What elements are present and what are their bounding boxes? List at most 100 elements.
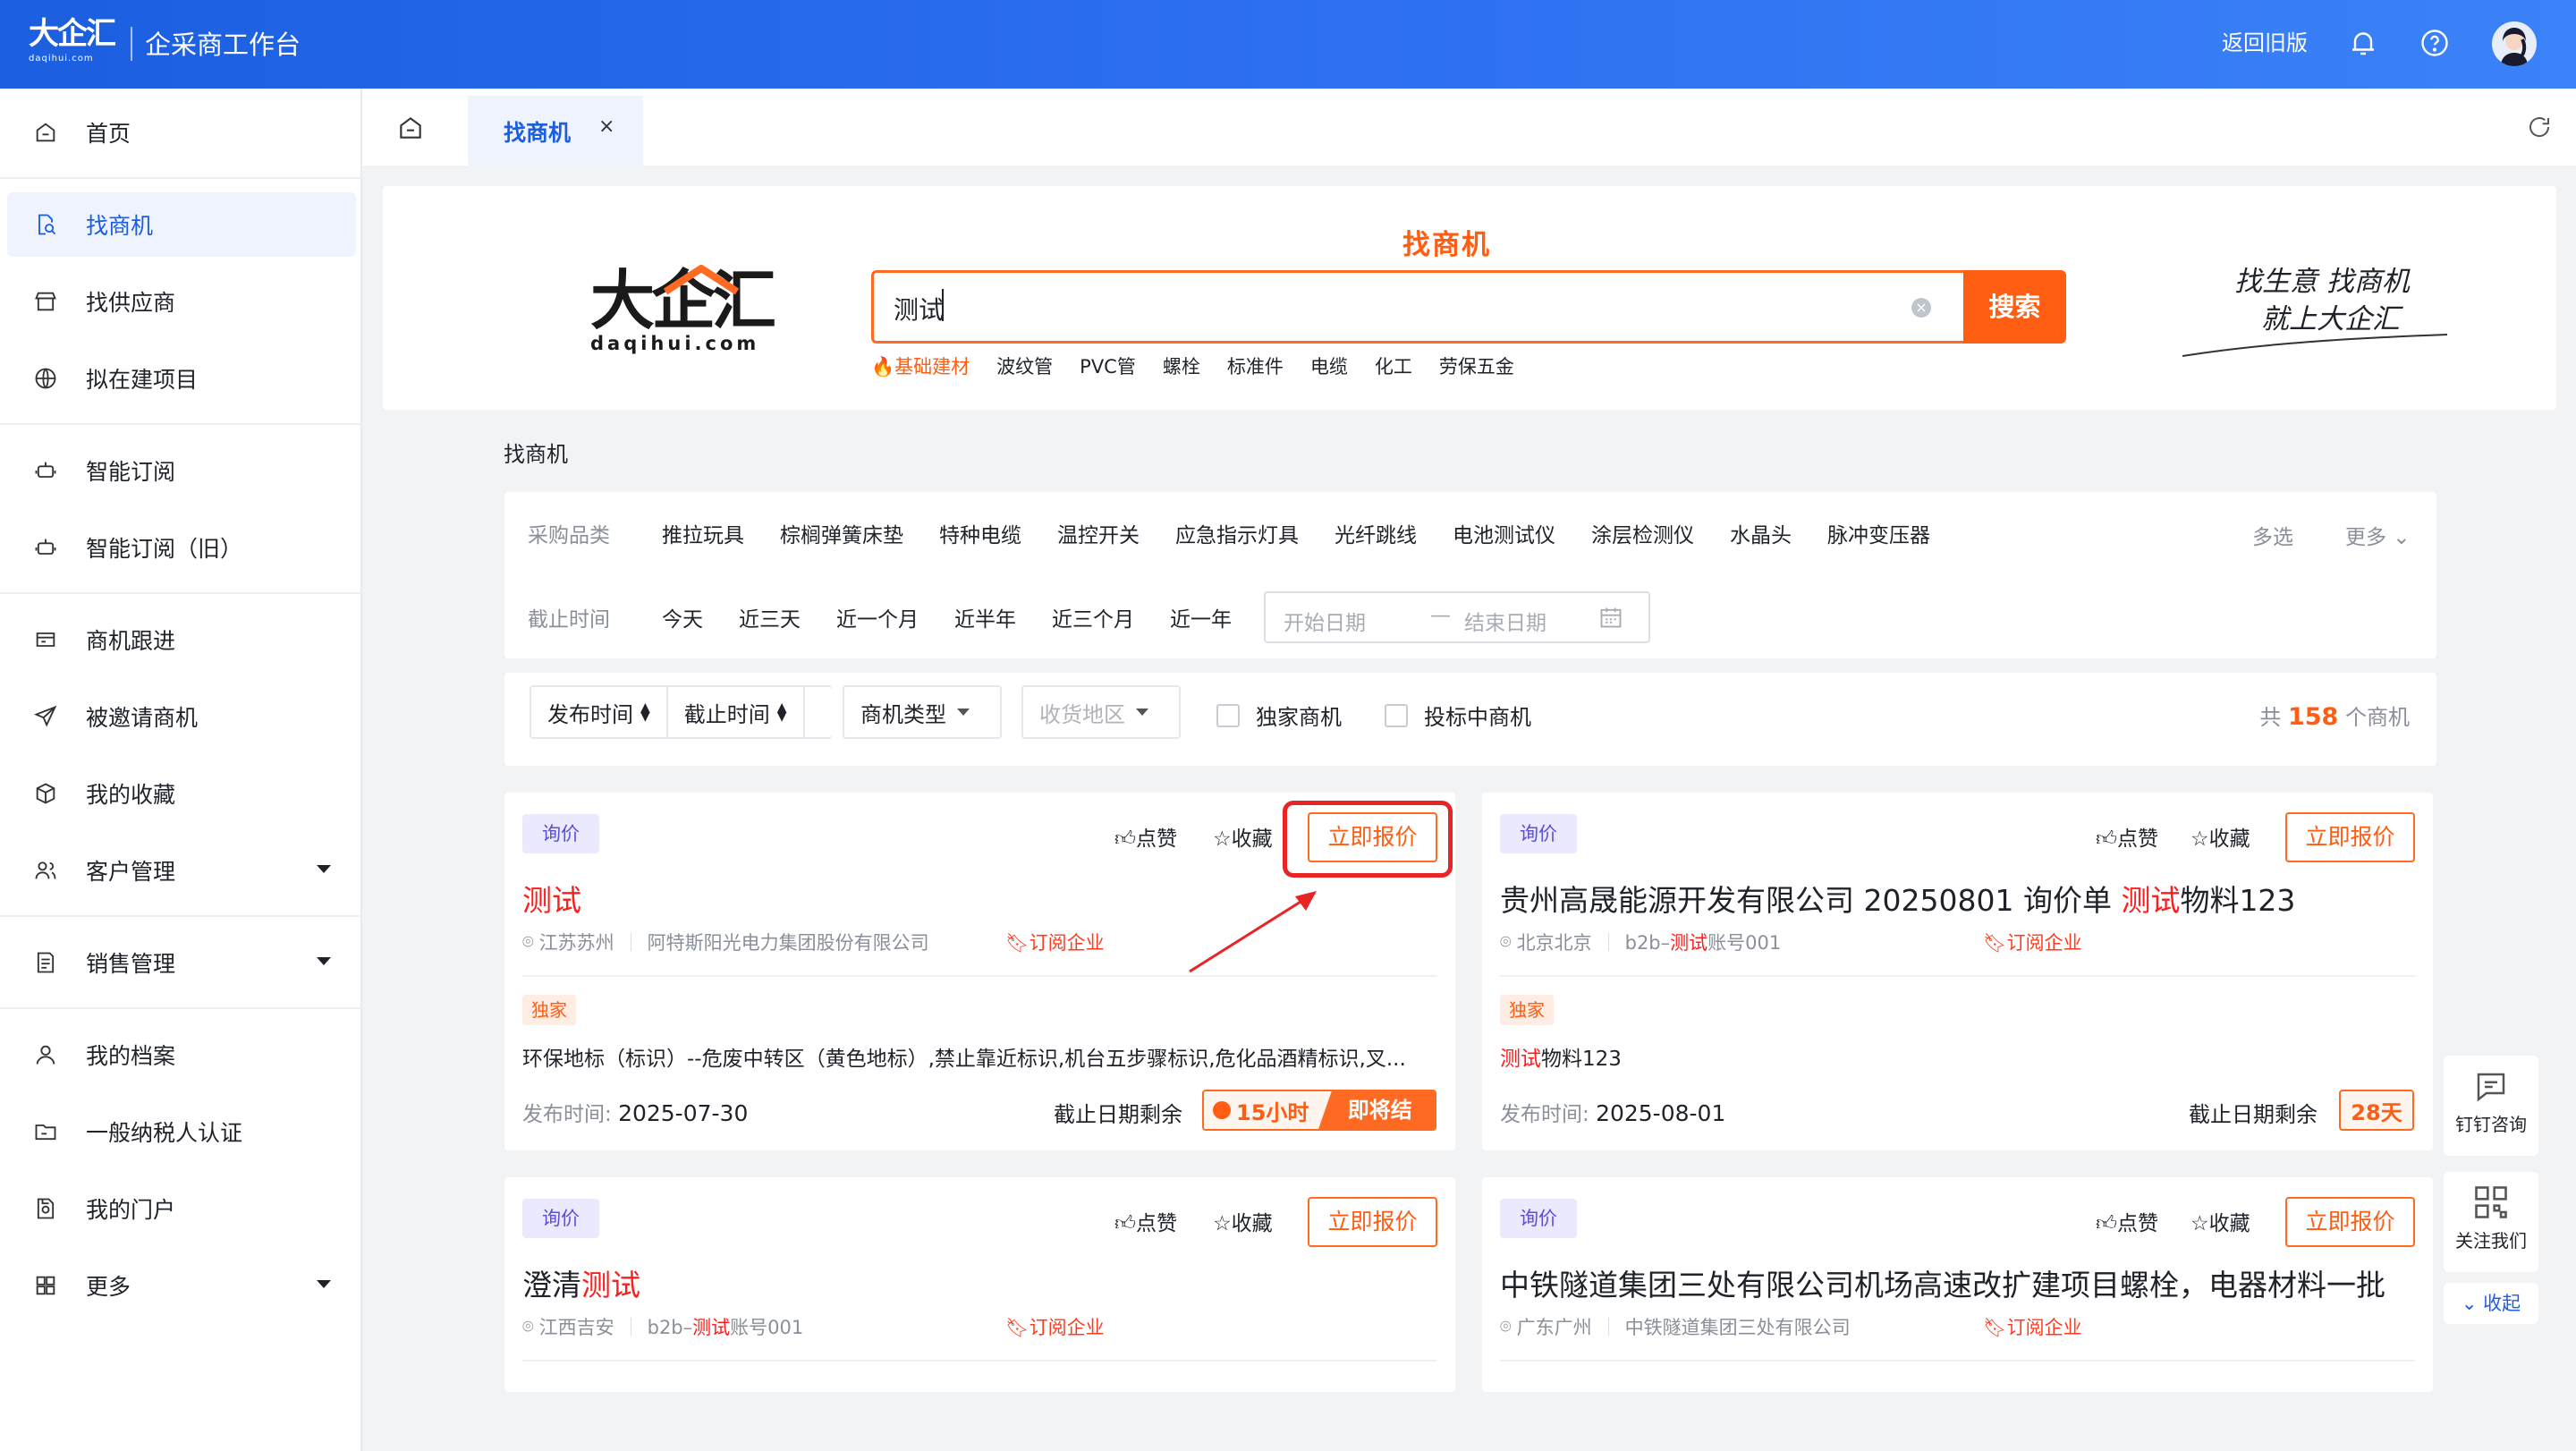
sidebar-item-subscription[interactable]: 智能订阅 xyxy=(7,438,356,503)
quote-now-button[interactable]: 立即报价 xyxy=(2285,1197,2415,1247)
category-option[interactable]: 应急指示灯具 xyxy=(1175,518,1299,548)
hot-keyword[interactable]: 劳保五金 xyxy=(1439,352,1514,379)
sidebar-item-favorites[interactable]: 我的收藏 xyxy=(7,761,356,826)
opportunity-card[interactable]: 询价 👍︎点赞 ☆收藏 立即报价 中铁隧道集团三处有限公司机场高速改扩建项目螺栓… xyxy=(1482,1177,2433,1392)
opportunity-title[interactable]: 贵州高晟能源开发有限公司 20250801 询价单 测试物料123 xyxy=(1500,877,2295,920)
sidebar-item-find-supplier[interactable]: 找供应商 xyxy=(7,269,356,334)
chevron-down-icon[interactable] xyxy=(317,1280,331,1288)
hot-keyword[interactable]: PVC管 xyxy=(1080,352,1136,379)
more-button[interactable]: 更多 ⌄ xyxy=(2345,520,2411,550)
sidebar-item-portal[interactable]: 我的门户 xyxy=(7,1176,356,1241)
chevron-down-icon[interactable] xyxy=(317,957,331,965)
favorite-button[interactable]: ☆收藏 xyxy=(1213,1206,1273,1236)
header-logo[interactable]: 大企汇 daqihui.com xyxy=(29,16,118,70)
sort-publish-time[interactable]: 发布时间 ▲ ▼ xyxy=(531,687,668,737)
sidebar-item-more[interactable]: 更多 xyxy=(7,1253,356,1318)
chevron-down-icon[interactable] xyxy=(317,865,331,873)
sidebar-item-find-opportunity[interactable]: 找商机 xyxy=(7,192,356,257)
company-name[interactable]: b2b–测试账号001 xyxy=(648,1313,804,1340)
deadline-option[interactable]: 近三天 xyxy=(739,602,801,632)
category-option[interactable]: 脉冲变压器 xyxy=(1827,518,1930,548)
home-tab-icon[interactable] xyxy=(396,114,425,142)
opportunity-title[interactable]: 测试 xyxy=(522,877,581,920)
collapse-button[interactable]: ⌄ 收起 xyxy=(2444,1283,2538,1324)
search-button[interactable]: 搜索 xyxy=(1963,270,2066,344)
close-icon[interactable]: × xyxy=(598,115,614,138)
bell-icon[interactable] xyxy=(2347,27,2379,59)
bidding-checkbox[interactable]: 投标中商机 xyxy=(1385,700,1531,731)
category-option[interactable]: 特种电缆 xyxy=(939,518,1021,548)
region-dropdown[interactable]: 收货地区 xyxy=(1021,685,1181,739)
checkbox-box[interactable] xyxy=(1385,703,1408,727)
company-name[interactable]: 阿特斯阳光电力集团股份有限公司 xyxy=(648,929,929,955)
avatar[interactable] xyxy=(2492,21,2537,66)
like-button[interactable]: 👍︎点赞 xyxy=(1114,821,1177,852)
sidebar-item-sales[interactable]: 销售管理 xyxy=(7,930,356,995)
opportunity-title[interactable]: 澄清测试 xyxy=(522,1261,640,1304)
category-option[interactable]: 光纤跳线 xyxy=(1335,518,1417,548)
hot-keyword[interactable]: 标准件 xyxy=(1227,352,1284,379)
like-button[interactable]: 👍︎点赞 xyxy=(1114,1206,1177,1236)
deadline-option[interactable]: 近半年 xyxy=(954,602,1016,632)
tab-find-opportunity[interactable]: 找商机 × xyxy=(468,96,643,165)
checkbox-box[interactable] xyxy=(1216,703,1240,727)
sidebar-item-invited[interactable]: 被邀请商机 xyxy=(7,684,356,749)
deadline-option[interactable]: 近一年 xyxy=(1170,602,1232,632)
favorite-button[interactable]: ☆收藏 xyxy=(2190,1206,2250,1236)
deadline-option[interactable]: 近三个月 xyxy=(1052,602,1134,632)
like-button[interactable]: 👍︎点赞 xyxy=(2096,1206,2158,1236)
hot-keyword[interactable]: 🔥基础建材 xyxy=(871,352,970,379)
sidebar-item-projects[interactable]: 拟在建项目 xyxy=(7,346,356,411)
sidebar-item-taxpayer[interactable]: 一般纳税人认证 xyxy=(7,1099,356,1164)
quote-now-button[interactable]: 立即报价 xyxy=(1308,1197,1437,1247)
subscribe-company-link[interactable]: 🔖︎订阅企业 xyxy=(1005,929,1105,955)
hot-keyword[interactable]: 化工 xyxy=(1375,352,1412,379)
subscribe-company-link[interactable]: 🔖︎订阅企业 xyxy=(1005,1313,1105,1340)
sidebar-item-customers[interactable]: 客户管理 xyxy=(7,838,356,903)
sidebar-item-follow-up[interactable]: 商机跟进 xyxy=(7,607,356,672)
hot-keyword[interactable]: 螺栓 xyxy=(1163,352,1200,379)
clear-icon[interactable]: × xyxy=(1911,298,1931,318)
category-option[interactable]: 涂层检测仪 xyxy=(1591,518,1694,548)
exclusive-checkbox[interactable]: 独家商机 xyxy=(1216,700,1342,731)
opportunity-card[interactable]: 询价 👍︎点赞 ☆收藏 立即报价 澄清测试 ⌾ 江西吉安 b2b–测试账号001 … xyxy=(504,1177,1455,1392)
subscribe-company-link[interactable]: 🔖︎订阅企业 xyxy=(1983,1313,2082,1340)
search-input-value[interactable]: 测试 xyxy=(894,291,944,327)
favorite-button[interactable]: ☆收藏 xyxy=(1213,821,1273,852)
sidebar-item-profile[interactable]: 我的档案 xyxy=(7,1022,356,1087)
date-range-picker[interactable]: 开始日期 — 结束日期 xyxy=(1264,591,1650,643)
calendar-icon[interactable] xyxy=(1598,605,1623,635)
quote-now-button[interactable]: 立即报价 xyxy=(2285,812,2415,862)
annotation-arrow xyxy=(1189,891,1317,973)
company-name[interactable]: 中铁隧道集团三处有限公司 xyxy=(1625,1313,1851,1340)
opportunity-card[interactable]: 询价 👍︎点赞 ☆收藏 立即报价 贵州高晟能源开发有限公司 20250801 询… xyxy=(1482,793,2433,1150)
deadline-option[interactable]: 近一个月 xyxy=(836,602,919,632)
hot-keyword[interactable]: 波纹管 xyxy=(996,352,1053,379)
sidebar-item-home[interactable]: 首页 xyxy=(7,100,356,165)
category-option[interactable]: 水晶头 xyxy=(1730,518,1792,548)
like-label: 点赞 xyxy=(2117,1212,2159,1235)
category-option[interactable]: 电池测试仪 xyxy=(1453,518,1555,548)
like-button[interactable]: 👍︎点赞 xyxy=(2096,821,2158,852)
type-dropdown[interactable]: 商机类型 xyxy=(843,685,1002,739)
sort-deadline[interactable]: 截止时间 ▲ ▼ xyxy=(668,687,805,737)
category-option[interactable]: 推拉玩具 xyxy=(662,518,744,548)
favorite-button[interactable]: ☆收藏 xyxy=(2190,821,2250,852)
follow-us-button[interactable]: 关注我们 xyxy=(2444,1172,2538,1272)
back-to-old-version-link[interactable]: 返回旧版 xyxy=(2222,27,2308,59)
dingtalk-consult-button[interactable]: 钉钉咨询 xyxy=(2444,1056,2538,1156)
hot-keyword[interactable]: 电缆 xyxy=(1310,352,1348,379)
opportunity-title[interactable]: 中铁隧道集团三处有限公司机场高速改扩建项目螺栓，电器材料一批 xyxy=(1500,1261,2385,1304)
refresh-icon[interactable] xyxy=(2526,114,2553,140)
category-option[interactable]: 棕榈弹簧床垫 xyxy=(780,518,903,548)
start-date-field[interactable]: 开始日期 xyxy=(1284,606,1366,636)
sidebar-item-subscription-old[interactable]: 智能订阅（旧） xyxy=(7,515,356,580)
end-date-field[interactable]: 结束日期 xyxy=(1464,606,1546,636)
category-option[interactable]: 温控开关 xyxy=(1057,518,1140,548)
deadline-option[interactable]: 今天 xyxy=(662,602,703,632)
subscribe-company-link[interactable]: 🔖︎订阅企业 xyxy=(1983,929,2082,955)
help-icon[interactable] xyxy=(2419,27,2451,59)
company-name[interactable]: b2b–测试账号001 xyxy=(1625,929,1782,955)
search-input[interactable]: 测试 × xyxy=(871,270,1971,344)
multi-select-button[interactable]: 多选 xyxy=(2252,520,2293,550)
